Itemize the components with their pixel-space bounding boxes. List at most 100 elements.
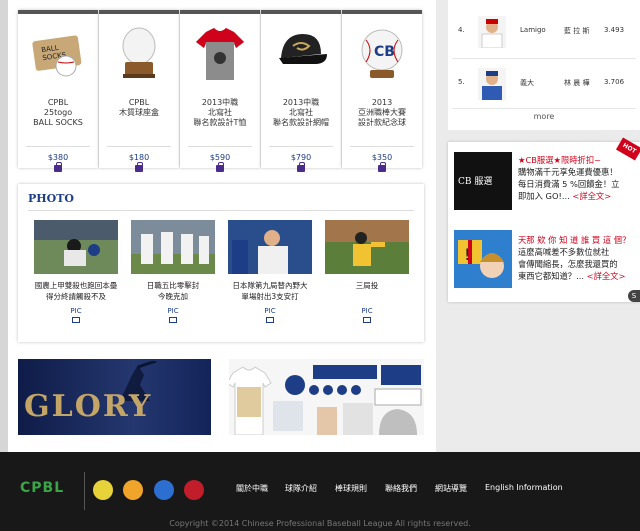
image-icon[interactable]: [266, 317, 274, 323]
copyright: Copyright ©2014 Chinese Professional Bas…: [169, 519, 471, 528]
product-price: $380: [47, 153, 69, 162]
photo-item-1[interactable]: 國農上甲雙殺也跑回本壘 得分終請觸殺不及 PIC: [34, 220, 118, 340]
pitching-ranking-panel: 4. Lamigo 藍 拉 斯 3.493 5. 義大 林 晨 樺 3.706: [448, 0, 640, 130]
product-socks-image: BALL SOCKS: [32, 35, 82, 77]
product-name: 2013中職 北寫社 聯名款設計網帽: [273, 98, 329, 127]
ranking-row-5[interactable]: 5. 義大 林 晨 樺 3.706: [448, 64, 640, 104]
divider: [269, 146, 333, 147]
team-logo-icon[interactable]: [123, 480, 143, 500]
photo-item-4[interactable]: 三局投 PIC: [325, 220, 409, 340]
image-icon[interactable]: [169, 317, 177, 323]
photo-pic-label[interactable]: PIC: [325, 307, 409, 315]
product-card-3[interactable]: 2013中職 北寫社 聯名款設計T恤 $590: [180, 10, 260, 172]
glory-banner[interactable]: GLORY: [18, 359, 211, 435]
shopping-bag-icon[interactable]: [297, 162, 305, 172]
ranking-more-link[interactable]: more: [448, 112, 640, 121]
shopping-bag-icon[interactable]: [378, 162, 386, 172]
gift-box-image[interactable]: !: [454, 230, 512, 288]
photo-thumbnail: [34, 220, 118, 274]
product-card-5[interactable]: CB 2013 亞洲職棒大賽 設計款紀念球 $350: [342, 10, 422, 172]
news-headline[interactable]: 天那 欸 你 知 道 誰 買 這 個？: [518, 235, 630, 245]
footer-nav-teams[interactable]: 球隊介紹: [285, 483, 317, 494]
footer-nav-sitemap[interactable]: 網站導覽: [435, 483, 467, 494]
photo-thumbnail: [131, 220, 215, 274]
footer-nav-english[interactable]: English Information: [485, 483, 563, 492]
player-name: 藍 拉 斯: [564, 27, 590, 35]
footer-nav-about[interactable]: 關於中職: [236, 483, 268, 494]
glory-text: GLORY: [24, 389, 153, 424]
team-name: Lamigo: [520, 26, 546, 34]
photo-pic-label[interactable]: PIC: [228, 307, 312, 315]
footer-nav-contact[interactable]: 聯絡我們: [385, 483, 417, 494]
product-price: $180: [128, 153, 150, 162]
shopping-bag-icon[interactable]: [216, 162, 224, 172]
image-icon[interactable]: [72, 317, 80, 323]
svg-text:!: !: [464, 245, 470, 264]
product-card-1[interactable]: BALL SOCKS CPBL 25togo BALL SOCKS $380: [18, 10, 98, 172]
team-logo-icon[interactable]: [184, 480, 204, 500]
divider: [188, 146, 252, 147]
photo-heading: PHOTO: [28, 192, 75, 205]
product-name: CPBL 25togo BALL SOCKS: [33, 98, 83, 127]
left-edge: [0, 0, 8, 452]
shopping-bag-icon[interactable]: [54, 162, 62, 172]
photo-pic-label[interactable]: PIC: [131, 307, 215, 315]
news-panel: CB 服選 ★CB服選★限時折扣~ 購物滿千元享免運費優惠！ 每日消費滿 5 %…: [448, 142, 640, 302]
photo-panel: PHOTO 國農上甲雙殺也跑回本壘 得分終請觸殺不及 PIC 日職五比零擊封 今…: [18, 184, 424, 342]
merchandise-banner[interactable]: [229, 359, 424, 435]
divider: [350, 146, 414, 147]
divider: [107, 146, 171, 147]
player-name: 林 晨 樺: [564, 79, 590, 87]
shopping-bag-icon[interactable]: [135, 162, 143, 172]
divider: [452, 58, 636, 59]
divider: [84, 472, 85, 510]
product-card-4[interactable]: 2013中職 北寫社 聯名款設計網帽 $790: [261, 10, 341, 172]
photo-pic-label[interactable]: PIC: [34, 307, 118, 315]
player-avatar: [478, 68, 506, 100]
divider: [28, 210, 414, 211]
brand-logo-text: CB 服選: [458, 177, 493, 187]
footer: CPBL 關於中職 球隊介紹 棒球規則 聯絡我們 網站導覽 English In…: [0, 452, 640, 531]
merchandise-collage: [229, 365, 422, 435]
era-value: 3.706: [604, 78, 625, 86]
side-collapse-icon[interactable]: S: [628, 290, 640, 302]
read-more-link[interactable]: <詳全文>: [587, 271, 626, 281]
photo-caption: 日本隊第九局替內野大 單場射出3支安打: [232, 281, 308, 301]
product-name: 2013中職 北寫社 聯名款設計T恤: [193, 98, 247, 127]
photo-caption: 三局投: [355, 281, 379, 290]
photo-thumbnail: [325, 220, 409, 274]
ranking-row-4[interactable]: 4. Lamigo 藍 拉 斯 3.493: [448, 12, 640, 52]
product-cap-image: [279, 34, 327, 64]
product-price: $790: [290, 153, 312, 162]
news-item-1[interactable]: ★CB服選★限時折扣~ 購物滿千元享免運費優惠！ 每日消費滿 5 %回饋金！立 …: [518, 154, 638, 202]
divider: [452, 108, 636, 109]
cpbl-logo[interactable]: CPBL: [20, 480, 64, 496]
product-price: $350: [371, 153, 393, 162]
team-logo-icon[interactable]: [93, 480, 113, 500]
news-headline[interactable]: ★CB服選★限時折扣~: [518, 155, 601, 165]
page: BALL SOCKS CPBL 25togo BALL SOCKS $380 C…: [0, 0, 640, 531]
product-commemorative-ball-image: CB: [361, 29, 403, 78]
photo-item-3[interactable]: 日本隊第九局替內野大 單場射出3支安打 PIC: [228, 220, 312, 340]
cb-select-logo[interactable]: CB 服選: [454, 152, 512, 210]
news-item-2[interactable]: 天那 欸 你 知 道 誰 買 這 個？ 這麼高喊差不多數位就社 會傳聞縮長，怎麼…: [518, 234, 638, 282]
photo-item-2[interactable]: 日職五比零擊封 今晚克加 PIC: [131, 220, 215, 340]
team-name: 義大: [520, 79, 534, 87]
product-name: CPBL 木質球座盒: [119, 98, 159, 117]
rank-number: 4.: [458, 26, 465, 34]
rank-number: 5.: [458, 78, 465, 86]
era-value: 3.493: [604, 26, 625, 34]
product-card-2[interactable]: CPBL 木質球座盒 $180: [99, 10, 179, 172]
photo-caption: 日職五比零擊封 今晚克加: [146, 281, 200, 301]
player-avatar: [478, 16, 506, 48]
footer-nav-rules[interactable]: 棒球規則: [335, 483, 367, 494]
read-more-link[interactable]: <詳全文>: [572, 191, 611, 201]
photo-caption: 國農上甲雙殺也跑回本壘 得分終請觸殺不及: [34, 281, 118, 301]
divider: [26, 146, 90, 147]
product-price: $590: [209, 153, 231, 162]
photo-thumbnail: [228, 220, 312, 274]
product-name: 2013 亞洲職棒大賽 設計款紀念球: [358, 98, 406, 127]
image-icon[interactable]: [363, 317, 371, 323]
team-logo-icon[interactable]: [154, 480, 174, 500]
product-ball-case-image: [122, 27, 156, 78]
